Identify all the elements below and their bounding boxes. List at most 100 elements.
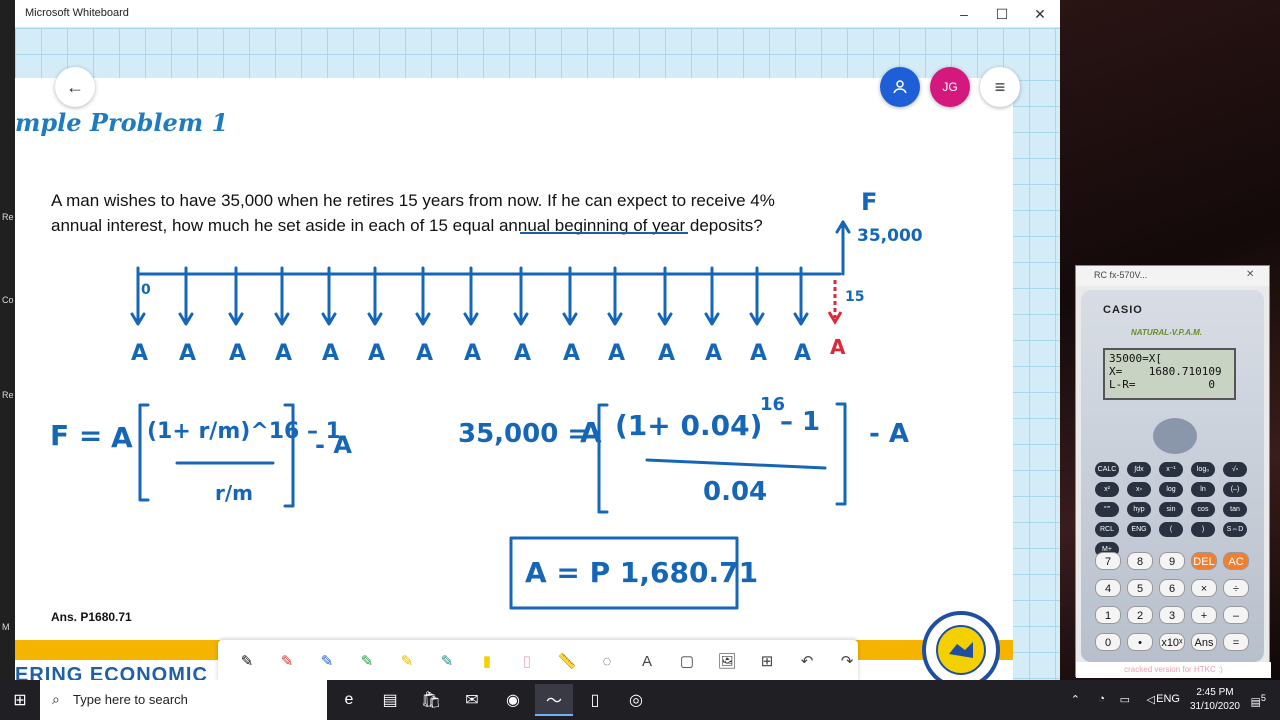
red-A-label: A: [830, 335, 846, 359]
deposit-A-label: A: [464, 341, 481, 366]
calc-key[interactable]: Ans: [1191, 633, 1217, 651]
calc-key[interactable]: 4: [1095, 579, 1121, 597]
calc-key[interactable]: tan: [1223, 502, 1247, 517]
whiteboard-window: Microsoft Whiteboard – ☐ ✕ mple Problem …: [15, 0, 1060, 680]
period-fifteen-label: 15: [845, 289, 864, 305]
calc-key[interactable]: ): [1191, 522, 1215, 537]
tool-pen-yellow[interactable]: ✎: [392, 646, 422, 676]
language-indicator[interactable]: ENG: [1156, 693, 1180, 705]
calc-key[interactable]: –: [1223, 606, 1249, 624]
calc-key[interactable]: 0: [1095, 633, 1121, 651]
calc-key[interactable]: ÷: [1223, 579, 1249, 597]
display-line: X= 1680.710109: [1109, 365, 1222, 378]
start-button[interactable]: ⊞: [0, 680, 40, 720]
tool-pen-black[interactable]: ✎: [232, 646, 262, 676]
calc-key[interactable]: hyp: [1127, 502, 1151, 517]
calc-key[interactable]: RCL: [1095, 522, 1119, 537]
search-input[interactable]: ⌕ Type here to search: [40, 680, 327, 720]
replay-pad[interactable]: [1153, 418, 1197, 454]
tool-highlighter-yellow[interactable]: ▮: [472, 646, 502, 676]
calculator-close-button[interactable]: ✕: [1246, 269, 1254, 280]
calc-key[interactable]: 6: [1159, 579, 1185, 597]
calc-key[interactable]: ×: [1191, 579, 1217, 597]
calc-key[interactable]: (–): [1223, 482, 1247, 497]
calc-key[interactable]: 3: [1159, 606, 1185, 624]
chevron-up-icon[interactable]: ⌃: [1071, 693, 1080, 706]
menu-button[interactable]: ≡: [980, 67, 1020, 107]
tool-text[interactable]: A: [632, 646, 662, 676]
calc-key[interactable]: ENG: [1127, 522, 1151, 537]
calc-key[interactable]: 8: [1127, 552, 1153, 570]
calc-key[interactable]: log₀: [1191, 462, 1215, 477]
avatar[interactable]: JG: [930, 67, 970, 107]
calc-key[interactable]: log: [1159, 482, 1183, 497]
whiteboard-icon[interactable]: 〜: [535, 684, 573, 716]
store-icon[interactable]: 🛍: [412, 684, 450, 716]
clock[interactable]: 2:45 PM 31/10/2020: [1190, 686, 1240, 714]
mail-icon[interactable]: ✉: [453, 684, 491, 716]
calc-key[interactable]: 5: [1127, 579, 1153, 597]
tool-pen-teal[interactable]: ✎: [432, 646, 462, 676]
display-line: 35000=X[: [1109, 352, 1162, 365]
formula-lhs: 35,000 =: [458, 419, 589, 449]
share-user-button[interactable]: [880, 67, 920, 107]
calc-key[interactable]: x▫: [1127, 482, 1151, 497]
tool-undo[interactable]: ↶: [792, 646, 822, 676]
notification-icon[interactable]: ▤5: [1251, 693, 1267, 709]
tool-pen-blue[interactable]: ✎: [312, 646, 342, 676]
calc-key[interactable]: (: [1159, 522, 1183, 537]
background-window-strip: Re Co Re M: [0, 0, 15, 680]
calc-key[interactable]: S⇔D: [1223, 522, 1247, 537]
deposit-A-label: A: [275, 341, 292, 366]
deposit-A-label: A: [416, 341, 433, 366]
battery-icon[interactable]: ▭: [1120, 693, 1130, 706]
left-bracket-right: [597, 403, 609, 514]
tool-eraser[interactable]: ▯: [512, 646, 542, 676]
tool-pen-red[interactable]: ✎: [272, 646, 302, 676]
back-button[interactable]: ←: [55, 67, 95, 107]
calc-key[interactable]: √▫: [1223, 462, 1247, 477]
period-zero-label: 0: [141, 282, 151, 298]
tool-image[interactable]: 🖼: [712, 646, 742, 676]
tool-ruler[interactable]: 📏: [552, 646, 582, 676]
edge-icon[interactable]: e: [330, 684, 368, 716]
calc-key[interactable]: x⁻¹: [1159, 462, 1183, 477]
notification-count: 5: [1260, 693, 1266, 703]
calc-key[interactable]: x10ˣ: [1159, 633, 1185, 651]
deposit-arrows: AAAAAAAAAAAAAAA: [130, 266, 811, 366]
calc-key[interactable]: +: [1191, 606, 1217, 624]
calc-key[interactable]: x²: [1095, 482, 1119, 497]
calc-key[interactable]: ln: [1191, 482, 1215, 497]
calculator-icon[interactable]: ▯: [576, 684, 614, 716]
zoom-icon[interactable]: ◉: [494, 684, 532, 716]
calc-key[interactable]: °'": [1095, 502, 1119, 517]
volume-icon[interactable]: ◁: [1147, 693, 1155, 706]
calc-key[interactable]: ∫dx: [1127, 462, 1151, 477]
calc-key[interactable]: CALC: [1095, 462, 1119, 477]
calc-key[interactable]: 9: [1159, 552, 1185, 570]
chrome-like-icon[interactable]: ◎: [617, 684, 655, 716]
clock-time: 2:45 PM: [1196, 687, 1234, 698]
calc-key[interactable]: 7: [1095, 552, 1121, 570]
calc-key[interactable]: •: [1127, 633, 1153, 651]
tool-redo[interactable]: ↷: [832, 646, 862, 676]
formula-minus-A-right: - A: [869, 419, 909, 449]
tool-add[interactable]: ⊞: [752, 646, 782, 676]
calc-key[interactable]: cos: [1191, 502, 1215, 517]
calc-key[interactable]: sin: [1159, 502, 1183, 517]
network-icon[interactable]: ◔: [1098, 693, 1105, 705]
right-bracket-right: [835, 402, 847, 506]
deposit-A-label: A: [750, 341, 767, 366]
tool-note[interactable]: ▢: [672, 646, 702, 676]
calc-key[interactable]: 1: [1095, 606, 1121, 624]
deposit-A-label: A: [794, 341, 811, 366]
deposit-A-label: A: [705, 341, 722, 366]
calc-key[interactable]: 2: [1127, 606, 1153, 624]
tool-pen-green[interactable]: ✎: [352, 646, 382, 676]
calc-key[interactable]: DEL: [1191, 552, 1217, 570]
tool-lasso[interactable]: ◌: [592, 646, 622, 676]
calculator-model: NATURAL-V.P.A.M.: [1131, 328, 1202, 337]
calc-key[interactable]: =: [1223, 633, 1249, 651]
calc-key[interactable]: AC: [1223, 552, 1249, 570]
file-explorer-icon[interactable]: ▤: [371, 684, 409, 716]
